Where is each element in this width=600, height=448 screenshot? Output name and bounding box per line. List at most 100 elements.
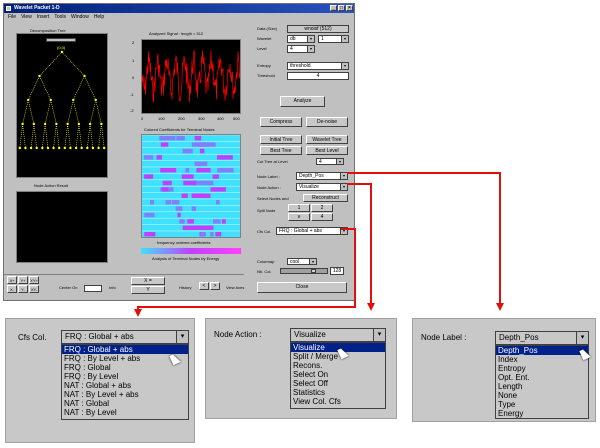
minimize-button[interactable]: _ <box>330 5 337 11</box>
menu-help[interactable]: Help <box>94 14 104 20</box>
slider-thumb[interactable] <box>311 269 316 273</box>
tree-node[interactable] <box>86 146 89 150</box>
reconstruct-button[interactable]: Reconstruct <box>303 194 348 202</box>
node-action-select[interactable]: Visualize ▾ <box>296 183 348 191</box>
wavelet-number-select[interactable]: 1 ▾ <box>318 35 349 43</box>
y-minus-button[interactable]: Y- <box>18 285 28 293</box>
cfs-option[interactable]: NAT : Global + abs <box>62 381 188 390</box>
colormap-select[interactable]: cool ▾ <box>287 258 317 265</box>
x-minus-button[interactable]: X- <box>7 285 17 293</box>
xy-minus-button[interactable]: XY- <box>29 285 39 293</box>
nodelabel-option[interactable]: None <box>496 391 588 400</box>
center-on-x-field[interactable] <box>84 285 102 292</box>
best-level-button[interactable]: Best Level <box>306 146 348 155</box>
nodelabel-option[interactable]: Length <box>496 382 588 391</box>
menu-window[interactable]: Window <box>71 14 89 20</box>
tree-node[interactable] <box>102 146 106 150</box>
split-1-button[interactable]: 1 <box>288 204 310 212</box>
tree-node[interactable] <box>43 122 47 126</box>
tree-node[interactable] <box>83 74 86 78</box>
cfs-option[interactable]: FRQ : By Level <box>62 372 188 381</box>
tree-node[interactable] <box>80 146 83 150</box>
tree-node[interactable] <box>72 98 75 102</box>
action-option[interactable]: Select Off <box>291 379 385 388</box>
tree-node[interactable] <box>69 146 72 150</box>
wavelet-family-select[interactable]: db ▾ <box>287 35 315 43</box>
action-option[interactable]: Select On <box>291 370 385 379</box>
nodelabel-option[interactable]: Type <box>496 400 588 409</box>
tree-node[interactable] <box>35 146 38 150</box>
tree-node[interactable] <box>88 122 92 126</box>
menu-insert[interactable]: Insert <box>37 14 50 20</box>
cfs-callout-select[interactable]: FRQ : Global + abs ▾ <box>61 330 189 344</box>
decomposition-tree-panel[interactable]: (0,0) <box>16 33 108 178</box>
best-tree-button[interactable]: Best Tree <box>260 146 302 155</box>
info-x-button[interactable]: X = <box>131 277 165 285</box>
tree-zoom-slider[interactable] <box>46 38 76 42</box>
tree-node[interactable] <box>66 122 69 126</box>
threshold-input[interactable]: 4 <box>287 72 349 80</box>
tree-node[interactable] <box>91 146 95 150</box>
window-titlebar[interactable]: Wavelet Packet 1-D _ □ × <box>4 4 354 13</box>
info-y-button[interactable]: Y <box>131 286 165 294</box>
history-back-button[interactable]: < <box>199 282 209 290</box>
nb-colors-field[interactable]: 128 <box>330 267 344 275</box>
tree-node[interactable] <box>77 122 81 126</box>
level-select[interactable]: 4 ▾ <box>287 45 315 53</box>
cfs-option[interactable]: FRQ : Global <box>62 363 188 372</box>
menu-view[interactable]: View <box>21 14 32 20</box>
split-down-button[interactable]: ∨ <box>288 213 310 221</box>
tree-node[interactable] <box>29 146 33 150</box>
nodelabel-option[interactable]: Index <box>496 355 588 364</box>
cfs-option[interactable]: NAT : Global <box>62 399 188 408</box>
node-label-select[interactable]: Depth_Pos ▾ <box>296 172 348 180</box>
x-plus-button[interactable]: X+ <box>7 276 17 284</box>
compress-button[interactable]: Compress <box>260 117 302 127</box>
tree-node[interactable] <box>100 122 103 126</box>
action-option[interactable]: View Col. Cfs <box>291 397 385 406</box>
nodelabel-callout-select[interactable]: Depth_Pos ▾ <box>495 331 589 345</box>
entropy-select[interactable]: threshold ▾ <box>287 62 349 70</box>
cfs-col-select[interactable]: FRQ : Global + abs ▾ <box>276 227 348 235</box>
tree-node[interactable] <box>74 146 78 150</box>
wavelet-tree-button[interactable]: Wavelet Tree <box>306 135 348 144</box>
maximize-button[interactable]: □ <box>338 5 345 11</box>
tree-node[interactable] <box>38 74 41 78</box>
history-forward-button[interactable]: > <box>210 282 220 290</box>
tree-node[interactable] <box>60 50 64 54</box>
tree-node[interactable] <box>41 146 44 150</box>
nodelabel-option[interactable]: Opt. Ent. <box>496 373 588 382</box>
action-callout-select[interactable]: Visualize ▾ <box>290 328 386 342</box>
tree-node[interactable] <box>18 146 22 150</box>
action-option[interactable]: Statistics <box>291 388 385 397</box>
tree-node[interactable] <box>94 98 97 102</box>
nb-colors-slider[interactable] <box>280 268 328 274</box>
close-button[interactable]: Close <box>257 282 347 293</box>
action-option[interactable]: Recons. <box>291 361 385 370</box>
nodelabel-option[interactable]: Depth_Pos <box>496 346 588 355</box>
menu-file[interactable]: File <box>8 14 16 20</box>
cfs-option[interactable]: NAT : By Level <box>62 408 188 417</box>
cut-tree-select[interactable]: 4 ▾ <box>316 158 344 165</box>
tree-node[interactable] <box>63 146 67 150</box>
tree-node[interactable] <box>97 146 100 150</box>
menu-tools[interactable]: Tools <box>54 14 66 20</box>
tree-node[interactable] <box>57 146 61 150</box>
close-window-button[interactable]: × <box>346 5 353 11</box>
tree-node[interactable] <box>46 146 50 150</box>
xy-plus-button[interactable]: XY+ <box>29 276 39 284</box>
tree-node[interactable] <box>55 122 58 126</box>
y-plus-button[interactable]: Y+ <box>18 276 28 284</box>
tree-node[interactable] <box>24 146 27 150</box>
split-2-button[interactable]: 2 <box>311 204 333 212</box>
nodelabel-option[interactable]: Energy <box>496 409 588 418</box>
cfs-option[interactable]: NAT : By Level + abs <box>62 390 188 399</box>
nodelabel-option[interactable]: Entropy <box>496 364 588 373</box>
split-4-button[interactable]: 4 <box>311 213 333 221</box>
tree-node[interactable] <box>52 146 55 150</box>
analyze-button[interactable]: Analyze <box>280 96 325 107</box>
cfs-option[interactable]: FRQ : Global + abs <box>62 345 188 354</box>
tree-node[interactable] <box>27 98 30 102</box>
tree-node[interactable] <box>49 98 52 102</box>
denoise-button[interactable]: De-noise <box>306 117 348 127</box>
